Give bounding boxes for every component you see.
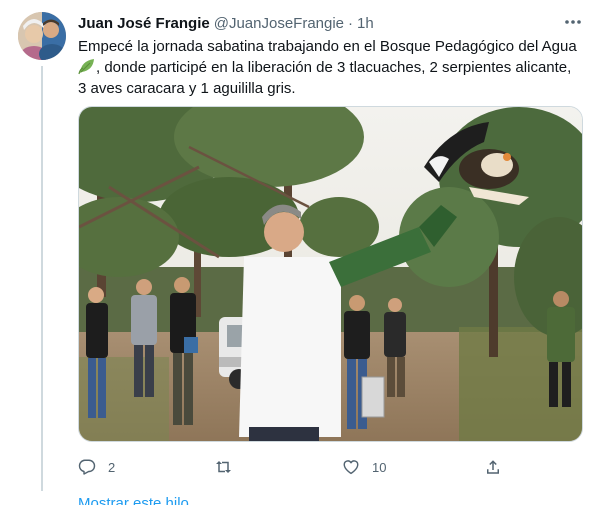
tweet-text-line-1: Empecé la jornada sabatina trabajando en… — [78, 38, 577, 55]
reply-count: 2 — [108, 459, 116, 475]
timestamp[interactable]: 1h — [357, 15, 374, 32]
separator: · — [348, 14, 354, 32]
tweet-text-line-3: 3 aves caracara y 1 aguililla gris. — [78, 80, 296, 97]
leaf-emoji — [78, 57, 96, 75]
tweet-text-line-2: , donde participé en la liberación de 3 … — [78, 57, 584, 78]
show-thread-link[interactable]: Mostrar este hilo — [78, 495, 189, 505]
tweet-text: Empecé la jornada sabatina trabajando en… — [78, 36, 584, 99]
tweet-photo[interactable] — [78, 106, 583, 442]
retweet-button[interactable] — [214, 456, 245, 478]
thread-line — [41, 66, 43, 491]
tweet-text-line-2-text: , donde participé en la liberación de 3 … — [96, 59, 572, 76]
tweet-header: Juan José Frangie @JuanJoseFrangie · 1h — [78, 13, 374, 33]
like-count: 10 — [372, 459, 387, 475]
avatar[interactable] — [18, 12, 66, 60]
retweet-icon — [214, 458, 233, 476]
display-name[interactable]: Juan José Frangie — [78, 15, 210, 32]
tweet[interactable]: Juan José Frangie @JuanJoseFrangie · 1h … — [0, 0, 596, 505]
reply-icon — [78, 458, 96, 476]
tweet-actions: 2 10 — [78, 456, 584, 478]
more-icon[interactable] — [560, 12, 586, 32]
user-handle[interactable]: @JuanJoseFrangie — [214, 15, 344, 32]
like-icon — [342, 458, 360, 476]
share-icon — [484, 458, 502, 476]
like-button[interactable]: 10 — [342, 456, 386, 478]
reply-button[interactable]: 2 — [78, 456, 115, 478]
share-button[interactable] — [484, 456, 502, 478]
